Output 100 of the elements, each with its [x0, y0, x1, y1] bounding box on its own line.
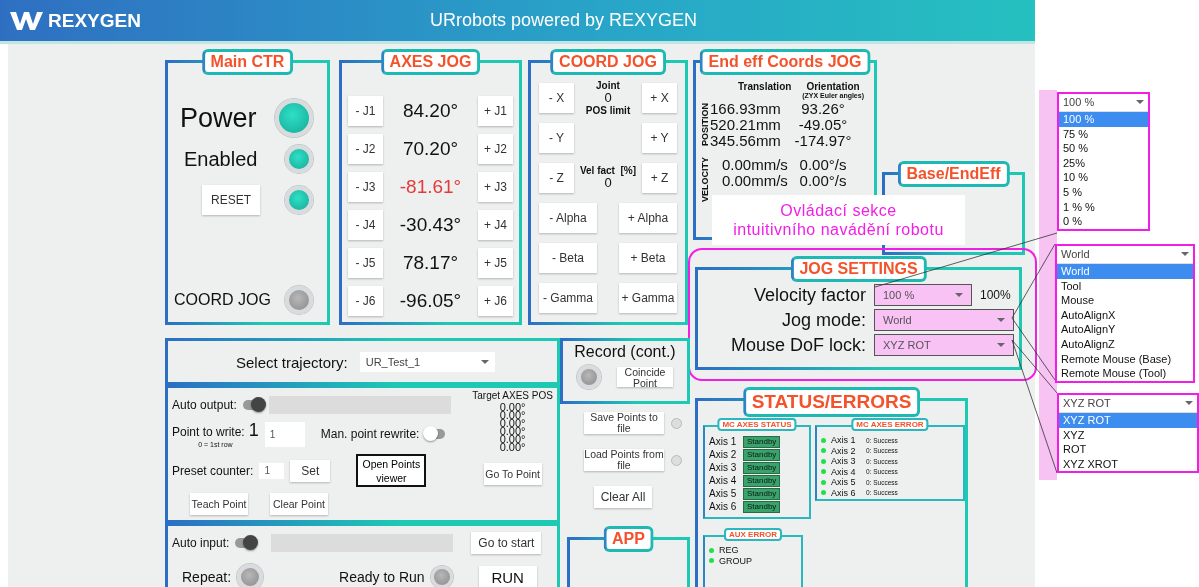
jog-minus-button[interactable]: - J3	[348, 172, 383, 202]
file-button[interactable]: Load Points from file	[584, 449, 664, 471]
joint-angle: 84.20°	[402, 100, 459, 122]
teach-point-button[interactable]: Teach Point	[190, 493, 248, 515]
jog-plus-button[interactable]: + Gamma	[619, 283, 677, 313]
jog-mode-label: Jog mode:	[780, 309, 866, 331]
caret-icon	[997, 343, 1005, 347]
point-input[interactable]: 1	[264, 421, 305, 447]
status-badge: Standby	[743, 435, 781, 448]
jog-plus-button[interactable]: + J3	[478, 172, 513, 202]
velocity-value: 0.00mm/s	[722, 157, 788, 173]
dropdown-option[interactable]: 50 %	[1059, 141, 1148, 156]
jog-plus-button[interactable]: + J4	[478, 210, 513, 240]
axis-label: Axis 1	[709, 436, 737, 447]
dropdown-option[interactable]: Tool	[1057, 278, 1193, 294]
dropdown-option[interactable]: AutoAlignY	[1057, 322, 1193, 337]
angular-velocity-value: 0.00°/s	[798, 157, 848, 173]
panel-title: AXES JOG	[380, 49, 481, 75]
jog-plus-button[interactable]: + J6	[478, 286, 513, 316]
orientation-value: -174.97°	[793, 133, 853, 149]
repeat-label: Repeat:	[182, 569, 232, 585]
dropdown-option[interactable]: 1 % %	[1059, 199, 1148, 215]
subpanel-title: AUX ERROR	[724, 528, 782, 541]
trajectory-label: Select trajectory:	[236, 353, 348, 371]
reset-button[interactable]: RESET	[202, 185, 260, 215]
jog-minus-button[interactable]: - X	[539, 83, 574, 113]
caret-icon	[1181, 252, 1189, 256]
file-button[interactable]: Save Points to file	[584, 412, 664, 434]
preset-counter-input[interactable]: 1	[259, 462, 285, 479]
axis-label: Axis 6	[709, 501, 737, 512]
velocity-value: 0.00mm/s	[722, 173, 788, 189]
orientation-value: -49.05°	[797, 117, 849, 133]
jog-minus-button[interactable]: - J2	[348, 134, 383, 164]
vel-fact-label: Vel fact [%]	[579, 165, 637, 177]
go-to-start-button[interactable]: Go to start	[471, 532, 542, 554]
dropdown-option[interactable]: Mouse	[1057, 293, 1193, 308]
dropdown-option[interactable]: 25%	[1059, 155, 1148, 171]
dropdown-option[interactable]: 75 %	[1059, 126, 1148, 142]
jog-plus-button[interactable]: + Alpha	[619, 203, 677, 233]
jog-minus-button[interactable]: - Z	[539, 163, 574, 193]
dropdown-option[interactable]: Remote Mouse (Base)	[1057, 351, 1193, 367]
dropdown-option[interactable]: AutoAlignZ	[1057, 336, 1193, 352]
jog-plus-button[interactable]: + X	[642, 83, 677, 113]
coincide-point-button[interactable]: Coincide Point	[617, 367, 673, 387]
run-button[interactable]: RUN	[478, 566, 537, 587]
open-viewer-button[interactable]: Open Points viewer	[356, 454, 427, 487]
power-label: Power	[180, 102, 257, 134]
trajectory-dropdown[interactable]: UR_Test_1	[359, 352, 495, 372]
auto-input-label: Auto input:	[172, 536, 230, 550]
jog-minus-button[interactable]: - J5	[348, 248, 383, 278]
dropdown-option[interactable]: XYZ XROT	[1059, 456, 1197, 472]
panel-title: End eff Coords JOG	[699, 49, 871, 75]
jog-minus-button[interactable]: - Y	[539, 123, 574, 153]
target-pos-label: Target AXES POS	[472, 390, 553, 401]
joint-angle: 70.20°	[402, 138, 459, 160]
dropdown-option[interactable]: 10 %	[1059, 170, 1148, 185]
jog-minus-button[interactable]: - Alpha	[539, 203, 597, 233]
status-badge: Standby	[743, 500, 781, 513]
caret-icon	[955, 293, 963, 297]
caret-icon	[1185, 401, 1193, 405]
jog-plus-button[interactable]: + J2	[478, 134, 513, 164]
jog-minus-button[interactable]: - J6	[348, 286, 383, 316]
set-button[interactable]: Set	[290, 459, 331, 482]
jog-plus-button[interactable]: + J1	[478, 96, 513, 126]
dropdown-option[interactable]: AutoAlignX	[1057, 307, 1193, 323]
jog-plus-button[interactable]: + Y	[642, 123, 677, 153]
jog-minus-button[interactable]: - J4	[348, 210, 383, 240]
dof-lock-label: Mouse DoF lock:	[729, 334, 866, 356]
clear-all-button[interactable]: Clear All	[594, 486, 652, 508]
axis-label: Axis 3	[831, 456, 857, 467]
man-rewrite-toggle[interactable]	[425, 429, 446, 439]
caret-icon	[997, 318, 1005, 322]
jog-minus-button[interactable]: - J1	[348, 96, 383, 126]
dof-lock-dropdown[interactable]: XYZ ROT	[874, 334, 1014, 356]
caret-icon	[480, 360, 489, 364]
position-label: POSITION	[700, 103, 710, 147]
target-value: 0.00°	[499, 403, 526, 411]
angular-velocity-value: 0.00°/s	[798, 173, 848, 189]
page-title: URrobots powered by REXYGEN	[430, 10, 698, 31]
jog-minus-button[interactable]: - Gamma	[539, 283, 597, 313]
translation-header: Translation	[738, 81, 792, 94]
point-to-write-label: Point to write:	[172, 425, 245, 439]
dropdown-option[interactable]: 5 %	[1059, 184, 1148, 200]
jog-plus-button[interactable]: + Z	[642, 163, 677, 193]
dropdown-option[interactable]: XYZ	[1059, 427, 1197, 443]
jog-plus-button[interactable]: + J5	[478, 248, 513, 278]
go-to-point-button[interactable]: Go To Point	[483, 463, 542, 485]
target-value: 0.00°	[499, 443, 526, 451]
velocity-factor-dropdown[interactable]: 100 %	[874, 284, 972, 306]
auto-input-toggle[interactable]	[235, 538, 256, 548]
dropdown-option[interactable]: ROT	[1059, 442, 1197, 457]
jog-mode-dropdown[interactable]: World	[874, 309, 1014, 331]
clear-point-button[interactable]: Clear Point	[270, 493, 328, 515]
panel-title: JOG SETTINGS	[790, 256, 927, 282]
jog-plus-button[interactable]: + Beta	[619, 243, 677, 273]
jog-minus-button[interactable]: - Beta	[539, 243, 597, 273]
dropdown-option[interactable]: Remote Mouse (Tool)	[1057, 366, 1193, 381]
velocity-factor-reading: 100%	[980, 288, 1011, 302]
auto-output-toggle[interactable]	[242, 400, 263, 410]
dropdown-option[interactable]: 0 %	[1059, 214, 1148, 229]
